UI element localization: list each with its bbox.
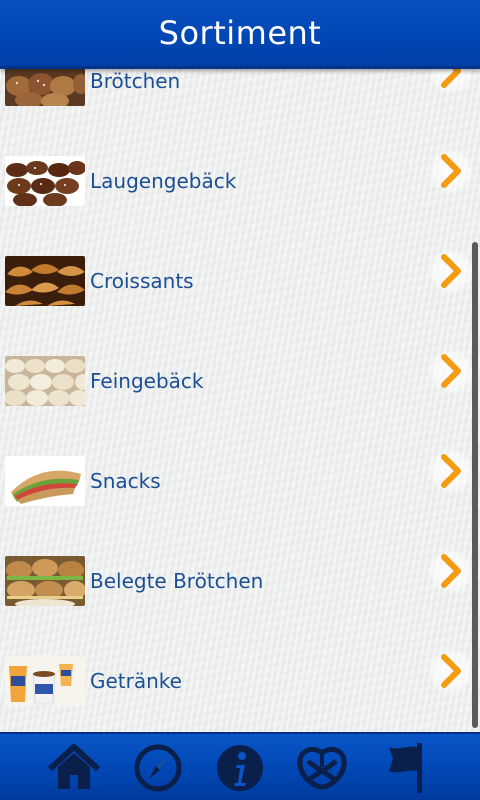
list-item-getraenke[interactable]: Getränke: [0, 631, 480, 731]
home-button[interactable]: [44, 740, 104, 796]
compass-icon: [134, 744, 182, 792]
bottom-navigation-bar: [0, 732, 480, 800]
chevron-right-icon: [428, 348, 474, 394]
title-bar: Sortiment: [0, 0, 480, 69]
chevron-right-icon: [428, 448, 474, 494]
flag-icon: [389, 743, 422, 793]
list-item-label: Brötchen: [90, 69, 181, 93]
list-item-label: Laugengebäck: [90, 169, 237, 193]
list-item-label: Snacks: [90, 469, 161, 493]
list-item-label: Feingebäck: [90, 369, 204, 393]
compass-button[interactable]: [128, 740, 188, 796]
pretzel-icon: [297, 747, 347, 790]
page-title: Sortiment: [158, 14, 322, 52]
flag-button[interactable]: [376, 740, 436, 796]
chevron-right-icon: [428, 148, 474, 194]
list-item-belegte-broetchen[interactable]: Belegte Brötchen: [0, 531, 480, 631]
list-item-feingebaeck[interactable]: Feingebäck: [0, 331, 480, 431]
scrollbar[interactable]: [472, 242, 478, 728]
chevron-right-icon: [428, 648, 474, 694]
croissants-image: [5, 256, 85, 306]
home-icon: [47, 744, 101, 789]
pretzel-button[interactable]: [292, 740, 352, 796]
info-icon: [217, 745, 263, 791]
list-item-croissants[interactable]: Croissants: [0, 231, 480, 331]
list-item-laugengebaeck[interactable]: Laugengebäck: [0, 131, 480, 231]
product-category-list[interactable]: Brötchen Laugengebäck Croissants Feingeb…: [0, 0, 480, 732]
laugengebaeck-image: [5, 156, 85, 206]
info-button[interactable]: [210, 740, 270, 796]
chevron-right-icon: [428, 548, 474, 594]
list-item-label: Croissants: [90, 269, 194, 293]
list-item-label: Belegte Brötchen: [90, 569, 264, 593]
list-item-snacks[interactable]: Snacks: [0, 431, 480, 531]
getraenke-image: [5, 656, 85, 706]
feingebaeck-image: [5, 356, 85, 406]
chevron-right-icon: [428, 248, 474, 294]
snacks-image: [5, 456, 85, 506]
belegte-broetchen-image: [5, 556, 85, 606]
list-item-label: Getränke: [90, 669, 182, 693]
